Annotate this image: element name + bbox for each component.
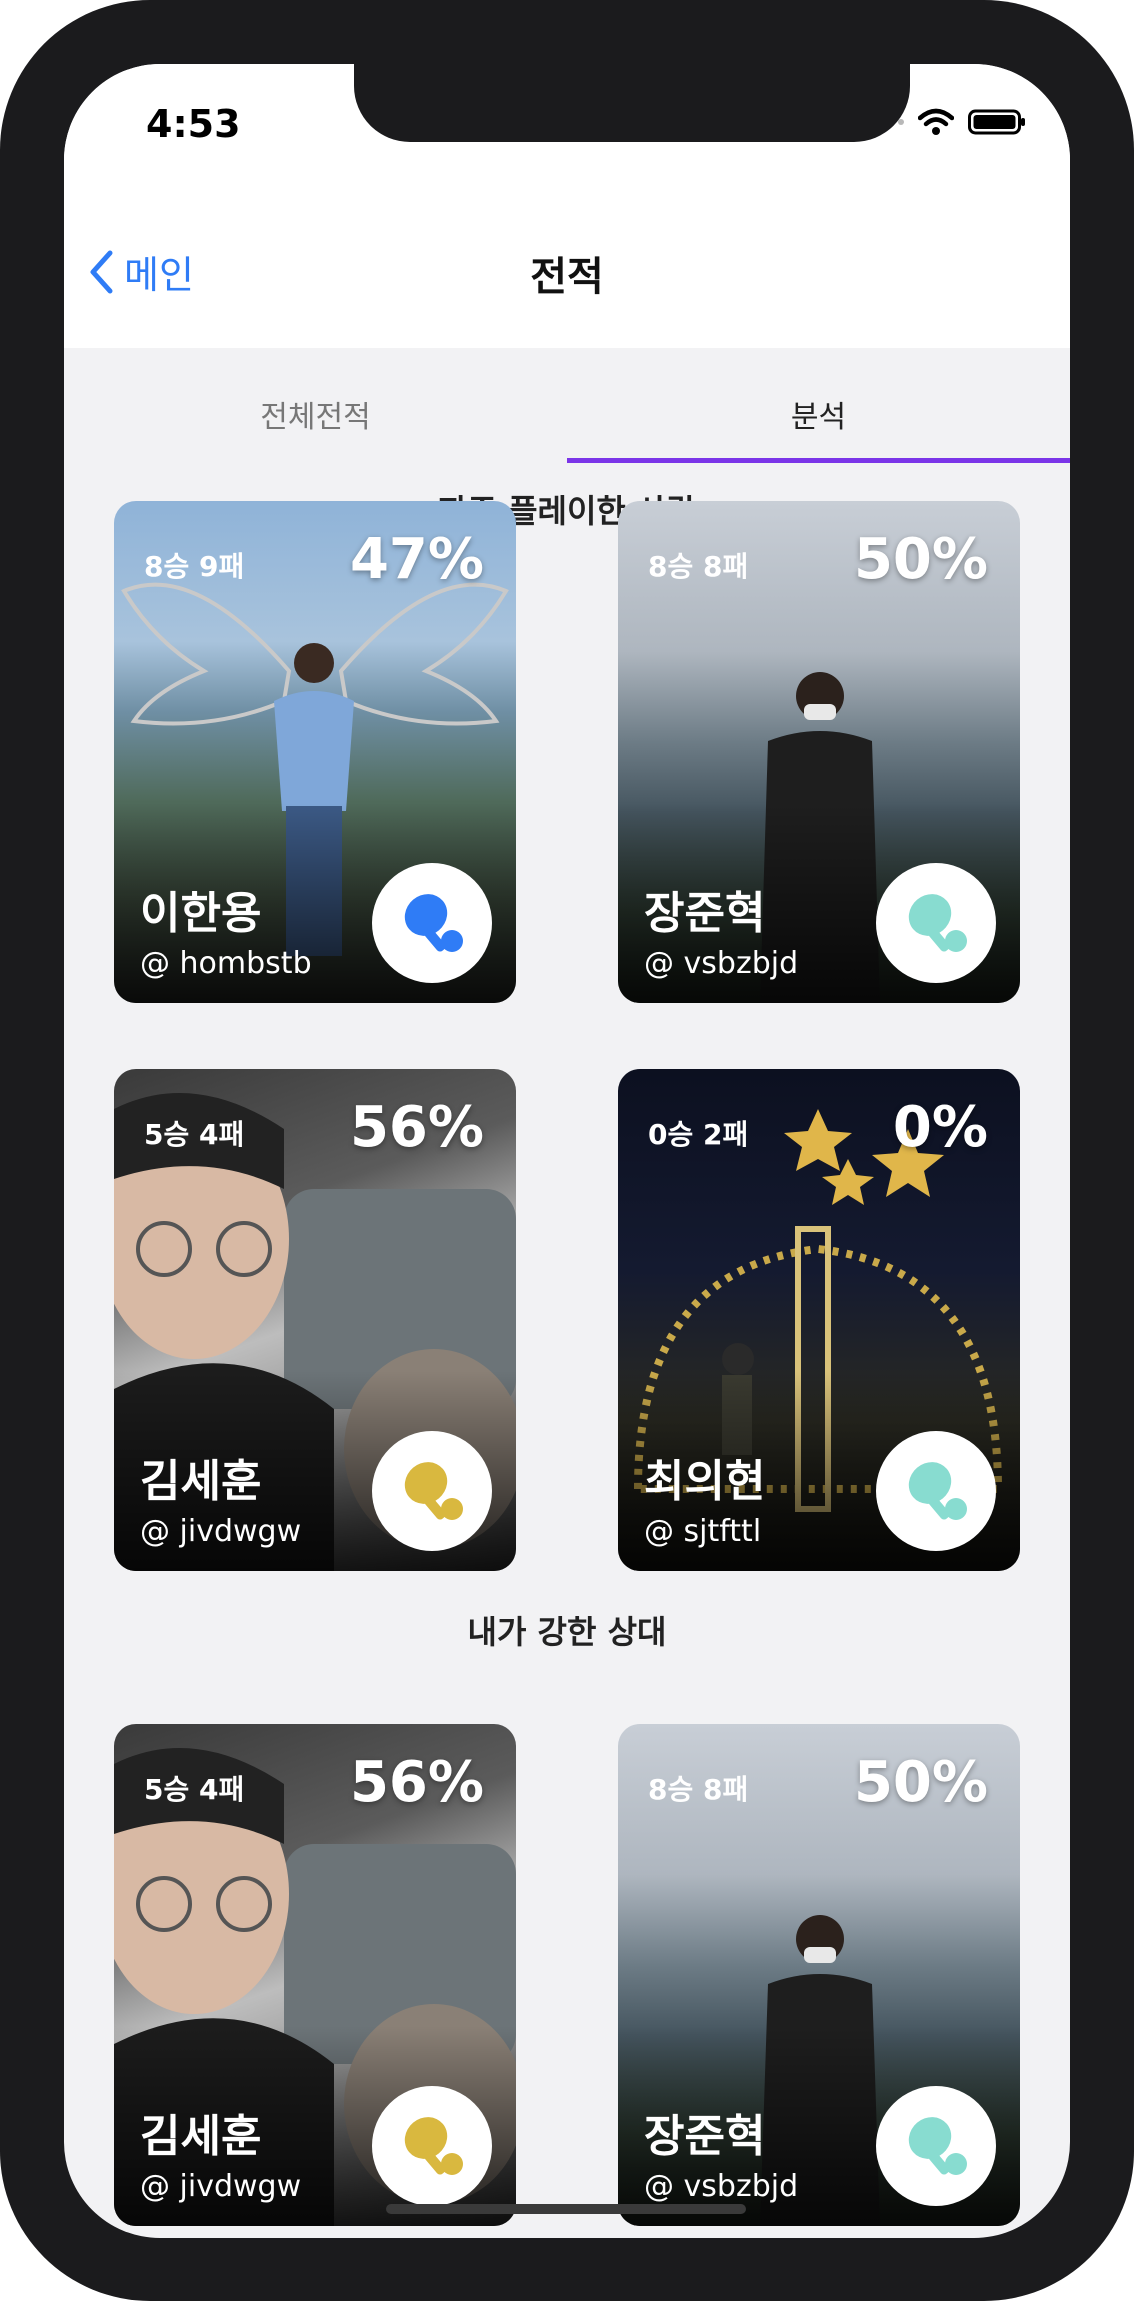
player-name: 장준혁 <box>644 2111 766 2162</box>
player-id: @ jivdwgw <box>140 2169 302 2204</box>
ping-pong-badge <box>372 863 492 983</box>
battery-icon <box>968 109 1025 135</box>
tab-indicator <box>567 458 1070 463</box>
player-name: 최의현 <box>644 1456 766 1507</box>
wifi-icon <box>918 108 954 135</box>
player-card[interactable]: 5승 4패 56% 김세훈 @ jivdwgw <box>114 1724 516 2226</box>
device-notch <box>354 64 910 142</box>
status-time: 4:53 <box>146 102 241 146</box>
win-loss-record: 8승 8패 <box>648 1773 749 1806</box>
app-screen: 4:53 메인 전적 전체전적 분석 자주 플레이한 사람 8승 9패 47% … <box>64 64 1070 2238</box>
ping-pong-badge <box>876 1431 996 1551</box>
player-id: @ sjtfttl <box>644 1514 762 1549</box>
player-name: 김세훈 <box>140 2111 262 2162</box>
win-loss-record: 5승 4패 <box>144 1773 245 1806</box>
player-card[interactable]: 8승 9패 47% 이한용 @ hombstb <box>114 501 516 1003</box>
win-rate: 47% <box>349 527 484 592</box>
player-card[interactable]: 5승 4패 56% 김세훈 @ jivdwgw <box>114 1069 516 1571</box>
ping-pong-icon <box>908 2117 967 2175</box>
player-name: 이한용 <box>140 888 262 939</box>
win-rate: 50% <box>853 527 988 592</box>
section-title-strong-against: 내가 강한 상대 <box>64 1604 1070 1660</box>
page-title: 전적 <box>530 254 604 300</box>
ping-pong-icon <box>404 2117 463 2175</box>
player-id: @ vsbzbjd <box>644 2169 799 2204</box>
ping-pong-icon <box>908 1462 967 1520</box>
win-rate: 50% <box>853 1750 988 1815</box>
ping-pong-icon <box>404 1462 463 1520</box>
player-card[interactable]: 8승 8패 50% 장준혁 @ vsbzbjd <box>618 501 1020 1003</box>
player-id: @ hombstb <box>140 946 312 981</box>
win-loss-record: 5승 4패 <box>144 1118 245 1151</box>
ping-pong-badge <box>876 2086 996 2206</box>
tab-overall-record[interactable]: 전체전적 <box>64 392 567 436</box>
ping-pong-badge <box>372 1431 492 1551</box>
tab-analysis[interactable]: 분석 <box>567 392 1070 436</box>
device-frame: 4:53 메인 전적 전체전적 분석 자주 플레이한 사람 8승 9패 47% … <box>0 0 1134 2301</box>
home-indicator <box>386 2204 746 2214</box>
player-id: @ jivdwgw <box>140 1514 302 1549</box>
win-loss-record: 8승 8패 <box>648 550 749 583</box>
win-loss-record: 0승 2패 <box>648 1118 749 1151</box>
ping-pong-icon <box>908 894 967 952</box>
ping-pong-icon <box>404 894 463 952</box>
player-name: 김세훈 <box>140 1456 262 1507</box>
player-name: 장준혁 <box>644 888 766 939</box>
win-rate: 56% <box>349 1750 484 1815</box>
win-rate: 0% <box>892 1095 988 1160</box>
player-card[interactable]: 0승 2패 0% 최의현 @ sjtfttl <box>618 1069 1020 1571</box>
ping-pong-badge <box>876 863 996 983</box>
navigation-bar: 메인 전적 <box>64 192 1070 348</box>
win-loss-record: 8승 9패 <box>144 550 245 583</box>
player-card[interactable]: 8승 8패 50% 장준혁 @ vsbzbjd <box>618 1724 1020 2226</box>
ping-pong-badge <box>372 2086 492 2206</box>
win-rate: 56% <box>349 1095 484 1160</box>
player-id: @ vsbzbjd <box>644 946 799 981</box>
segment-tabs: 전체전적 분석 <box>64 348 1070 464</box>
